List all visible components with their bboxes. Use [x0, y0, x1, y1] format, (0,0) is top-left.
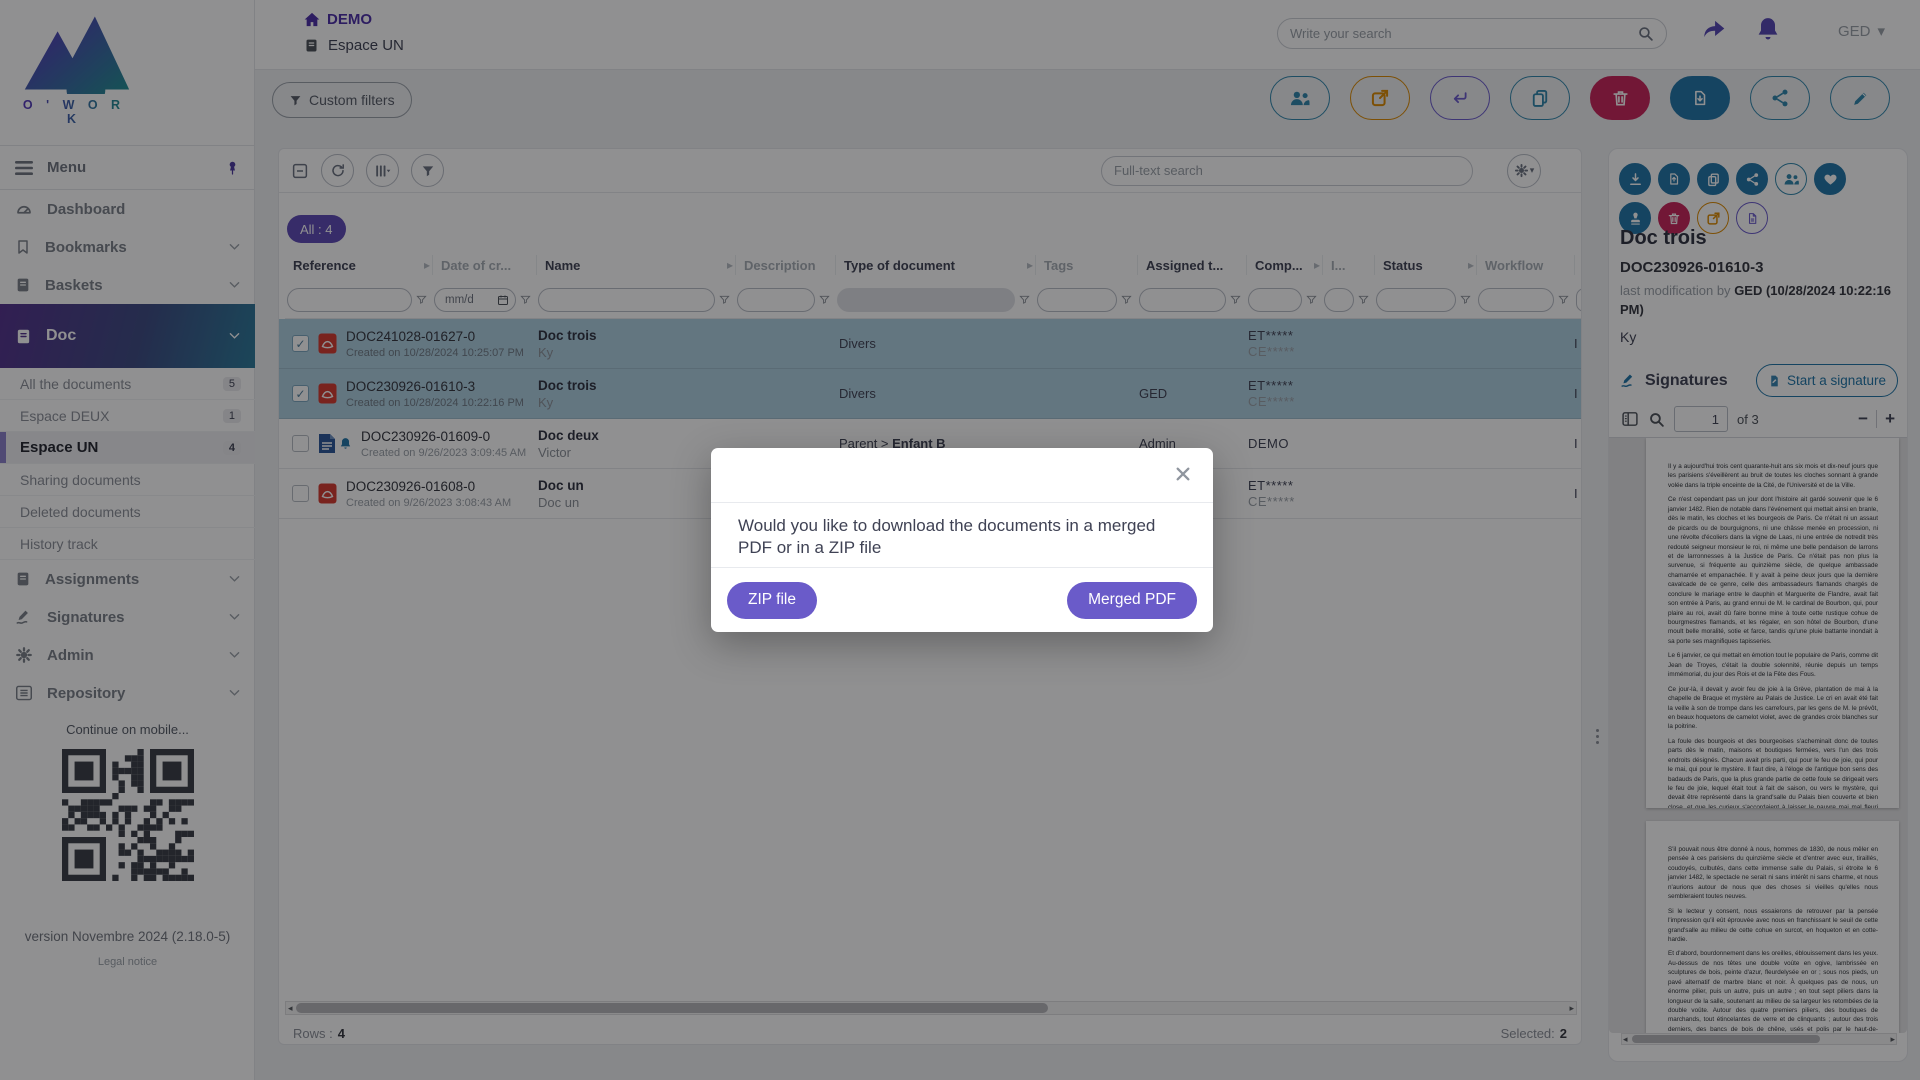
modal-header [711, 448, 1213, 503]
app-screen: O ' W O R K Menu Dashboard Book [0, 0, 1920, 1080]
download-choice-modal: Would you like to download the documents… [711, 448, 1213, 632]
modal-footer: ZIP file Merged PDF [711, 567, 1213, 632]
merged-pdf-button[interactable]: Merged PDF [1067, 582, 1197, 619]
zip-file-button[interactable]: ZIP file [727, 582, 817, 619]
modal-message: Would you like to download the documents… [711, 503, 1213, 572]
close-icon[interactable] [1175, 466, 1191, 482]
